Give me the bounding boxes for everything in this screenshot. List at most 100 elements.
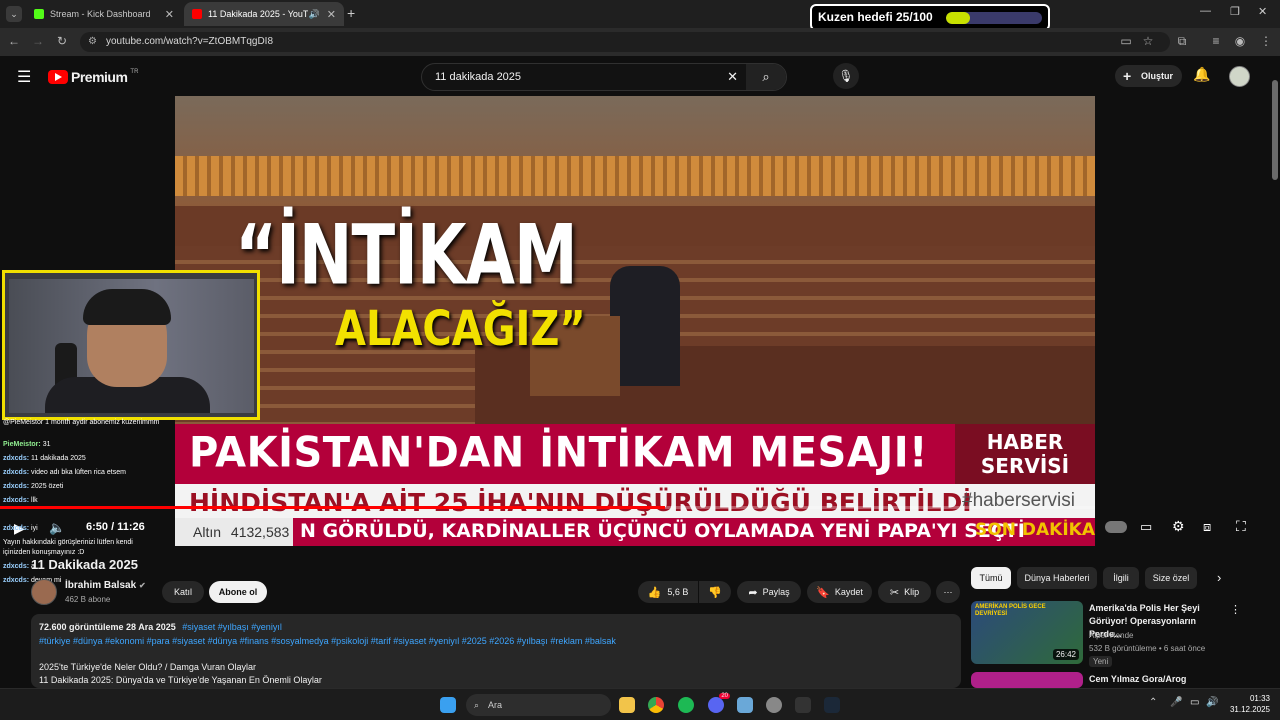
reading-list-icon[interactable]: ≡ [1208,34,1224,48]
chat-message: zdxcds: 2025 özeti [3,483,63,490]
rec-thumbnail[interactable]: AMERİKAN POLİS GECE DEVRİYESİ 26:42 [971,601,1083,664]
share-button[interactable]: ➦ Paylaş [737,581,801,603]
clip-button[interactable]: ✂ Klip [878,581,931,603]
volume-icon[interactable]: 🔈 [49,520,65,536]
chip-world-news[interactable]: Dünya Haberleri [1017,567,1097,589]
fullscreen-icon[interactable]: ⛶ [1236,518,1246,535]
chat-message: zdxcds: llk [3,497,38,504]
minimize-button[interactable]: — [1200,5,1211,17]
clear-search-icon[interactable]: ✕ [727,64,738,90]
dislike-button[interactable]: 👎 [699,581,731,603]
search-value: 11 dakikada 2025 [435,71,522,83]
notifications-bell-icon[interactable]: 🔔 [1193,66,1210,83]
tray-chevron-icon[interactable]: ⌃ [1149,697,1157,708]
badge-line-2: SERVİSİ [980,454,1070,478]
youtube-header: ☰ Premium TR 11 dakikada 2025 ✕ ⌕ 🎙 + Ol… [0,56,1280,96]
channel-name[interactable]: İbrahim Balsak ✔ [65,580,146,591]
miniplayer-icon[interactable]: ⧈ [1203,519,1211,535]
close-tab-icon[interactable]: ✕ [165,8,174,21]
site-info-icon[interactable]: ⚙ [88,32,97,52]
app-icon[interactable] [766,697,782,713]
create-button[interactable]: + Oluştur [1115,65,1182,87]
more-actions-button[interactable]: ⋯ [936,581,960,603]
taskbar-search[interactable]: ⌕ Ara [466,694,611,716]
ticker-bar: Altın 4132,583 N GÖRÜLDÜ, KARDİNALLER ÜÇ… [175,518,1095,546]
browser-tab-bar: ⌄ Stream - Kick Dashboard ✕ 11 Dakikada … [0,0,1280,28]
microphone-icon: 🎙 [838,69,854,83]
tab-youtube[interactable]: 11 Dakikada 2025 - YouTube 🔊 ✕ [184,2,344,26]
description-stats-line: 72.600 görüntüleme 28 Ara 2025 #siyaset … [39,622,282,632]
settings-gear-icon[interactable]: ⚙ [1172,518,1185,535]
rec-thumbnail[interactable] [971,672,1083,688]
time-display: 6:50 / 11:26 [86,521,145,533]
url-field[interactable]: ⚙ youtube.com/watch?v=ZtOBMTqgDI8 [80,32,1170,52]
tab-search-button[interactable]: ⌄ [6,6,22,22]
bookmark-star-icon[interactable]: ☆ [1140,34,1156,48]
file-explorer-icon[interactable] [619,697,635,713]
discord-badge: 20 [719,693,730,699]
save-button[interactable]: 🔖 Kaydet [807,581,872,603]
tab-kick-dashboard[interactable]: Stream - Kick Dashboard ✕ [26,2,182,26]
discord-icon[interactable]: 20 [708,693,730,713]
search-icon[interactable]: ⌕ [746,64,786,90]
chat-text: içinizden konuşmayınız :D [3,549,85,556]
back-icon[interactable]: ← [6,34,22,48]
search-input[interactable]: 11 dakikada 2025 ✕ ⌕ [421,63,787,91]
video-progress-bar[interactable] [0,506,1095,509]
autoplay-toggle[interactable] [1105,521,1127,533]
profile-icon[interactable]: ◉ [1232,34,1248,48]
verified-icon: ✔ [138,581,146,590]
top-hashtags[interactable]: #siyaset #yılbaşı #yeniyıl [182,622,282,632]
steam-icon[interactable] [824,697,840,713]
rec-meta: 532 B görüntüleme • 6 saat önce [1089,644,1206,653]
subscribe-button[interactable]: Abone ol [209,581,267,603]
extensions-icon[interactable]: ⧉ [1174,34,1190,49]
close-window-button[interactable]: ✕ [1258,5,1267,18]
rec-more-icon[interactable]: ⋮ [1230,603,1241,616]
avatar[interactable] [1229,66,1250,87]
video-player[interactable]: “İNTİKAM ALACAĞIZ” PAKİSTAN'DAN İNTİKAM … [175,96,1095,546]
page-scrollbar[interactable] [1272,80,1278,180]
chat-text: iyi [31,525,38,532]
windows-start-icon[interactable] [440,697,456,713]
epic-games-icon[interactable] [795,697,811,713]
save-label: Kaydet [834,587,863,597]
spotify-icon[interactable] [678,697,694,713]
close-tab-icon[interactable]: ✕ [327,8,336,21]
chrome-icon[interactable] [648,697,664,713]
speaker-icon[interactable]: 🔊 [309,9,320,20]
subtitles-icon[interactable]: ▭ [1140,519,1152,535]
forward-icon[interactable]: → [30,34,46,48]
channel-avatar[interactable] [31,579,57,605]
menu-icon[interactable]: ⋮ [1258,34,1274,48]
create-label: Oluştur [1141,71,1174,81]
bookmark-icon: 🔖 [816,586,830,599]
chip-related[interactable]: İlgili [1103,567,1139,589]
microphone-icon[interactable]: 🎤 [1170,697,1182,708]
new-tab-button[interactable]: + [347,5,355,21]
chip-for-you[interactable]: Size özel [1145,567,1197,589]
youtube-logo[interactable]: Premium TR [48,69,138,85]
windows-taskbar: ⌕ Ara 20 ⌃ 🎤 ▭ 🔊 01:33 31.12.2025 [0,688,1280,720]
chip-all[interactable]: Tümü [971,567,1011,589]
cast-icon[interactable]: ▭ [1118,34,1134,48]
clock[interactable]: 01:33 31.12.2025 [1226,693,1270,715]
headline-bar: PAKİSTAN'DAN İNTİKAM MESAJI! [175,424,955,484]
hamburger-menu-icon[interactable]: ☰ [17,67,31,87]
join-button[interactable]: Katıl [162,581,204,603]
webcam-overlay [2,270,260,420]
chevron-right-icon[interactable]: › [1217,570,1221,585]
description-hashtags[interactable]: #türkiye #dünya #ekonomi #para #siyaset … [39,636,616,646]
chat-user: zdxcds: [3,563,30,570]
network-icon[interactable]: ▭ [1190,697,1199,708]
overlay-quote: “İNTİKAM [235,208,578,305]
reload-icon[interactable]: ↻ [54,34,70,48]
volume-icon[interactable]: 🔊 [1206,697,1218,708]
voice-search-button[interactable]: 🎙 [833,63,859,89]
description-box[interactable]: 72.600 görüntüleme 28 Ara 2025 #siyaset … [31,614,961,688]
app-icon[interactable] [737,697,753,713]
url-text: youtube.com/watch?v=ZtOBMTqgDI8 [106,36,274,47]
like-button[interactable]: 👍 5,6 B [638,581,698,603]
maximize-button[interactable]: ❐ [1230,5,1240,18]
rec-title[interactable]: Cem Yılmaz Gora/Arog [1089,674,1229,684]
